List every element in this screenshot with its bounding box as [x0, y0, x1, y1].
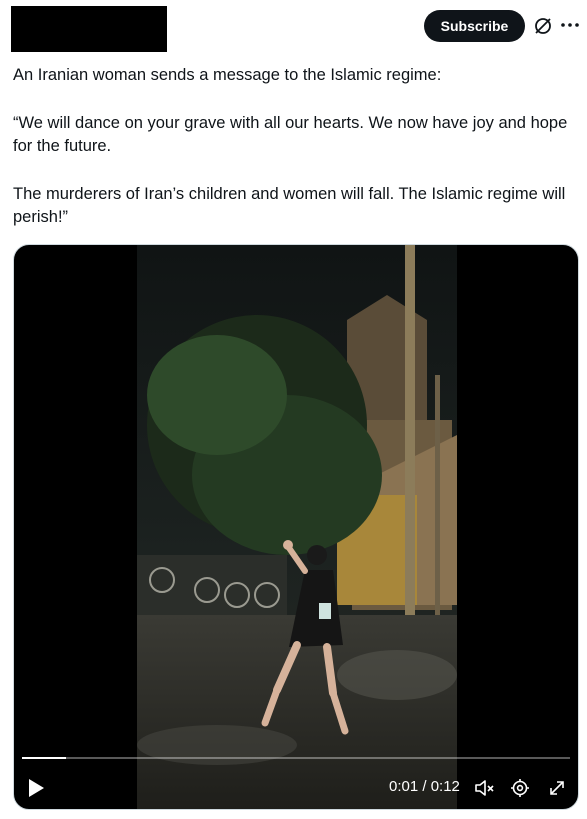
video-player[interactable]: 0:01 / 0:12: [13, 244, 579, 810]
expand-icon[interactable]: [547, 778, 567, 798]
tweet-paragraph: An Iranian woman sends a message to the …: [13, 66, 442, 84]
settings-icon[interactable]: [510, 778, 530, 798]
progress-fill: [22, 757, 66, 759]
grok-icon[interactable]: [533, 16, 553, 36]
video-timecode: 0:01 / 0:12: [389, 778, 460, 795]
mute-icon[interactable]: [474, 778, 496, 798]
progress-bar[interactable]: [22, 757, 570, 759]
tweet-text: An Iranian woman sends a message to the …: [13, 64, 569, 254]
play-icon[interactable]: [26, 777, 46, 799]
tweet-paragraph: The murderers of Iran’s children and wom…: [13, 185, 566, 226]
tweet-paragraph: “We will dance on your grave with all ou…: [13, 114, 568, 155]
video-frame[interactable]: [137, 245, 457, 810]
redacted-account-header: [11, 6, 167, 52]
more-icon[interactable]: [559, 14, 581, 36]
subscribe-button[interactable]: Subscribe: [424, 10, 525, 42]
